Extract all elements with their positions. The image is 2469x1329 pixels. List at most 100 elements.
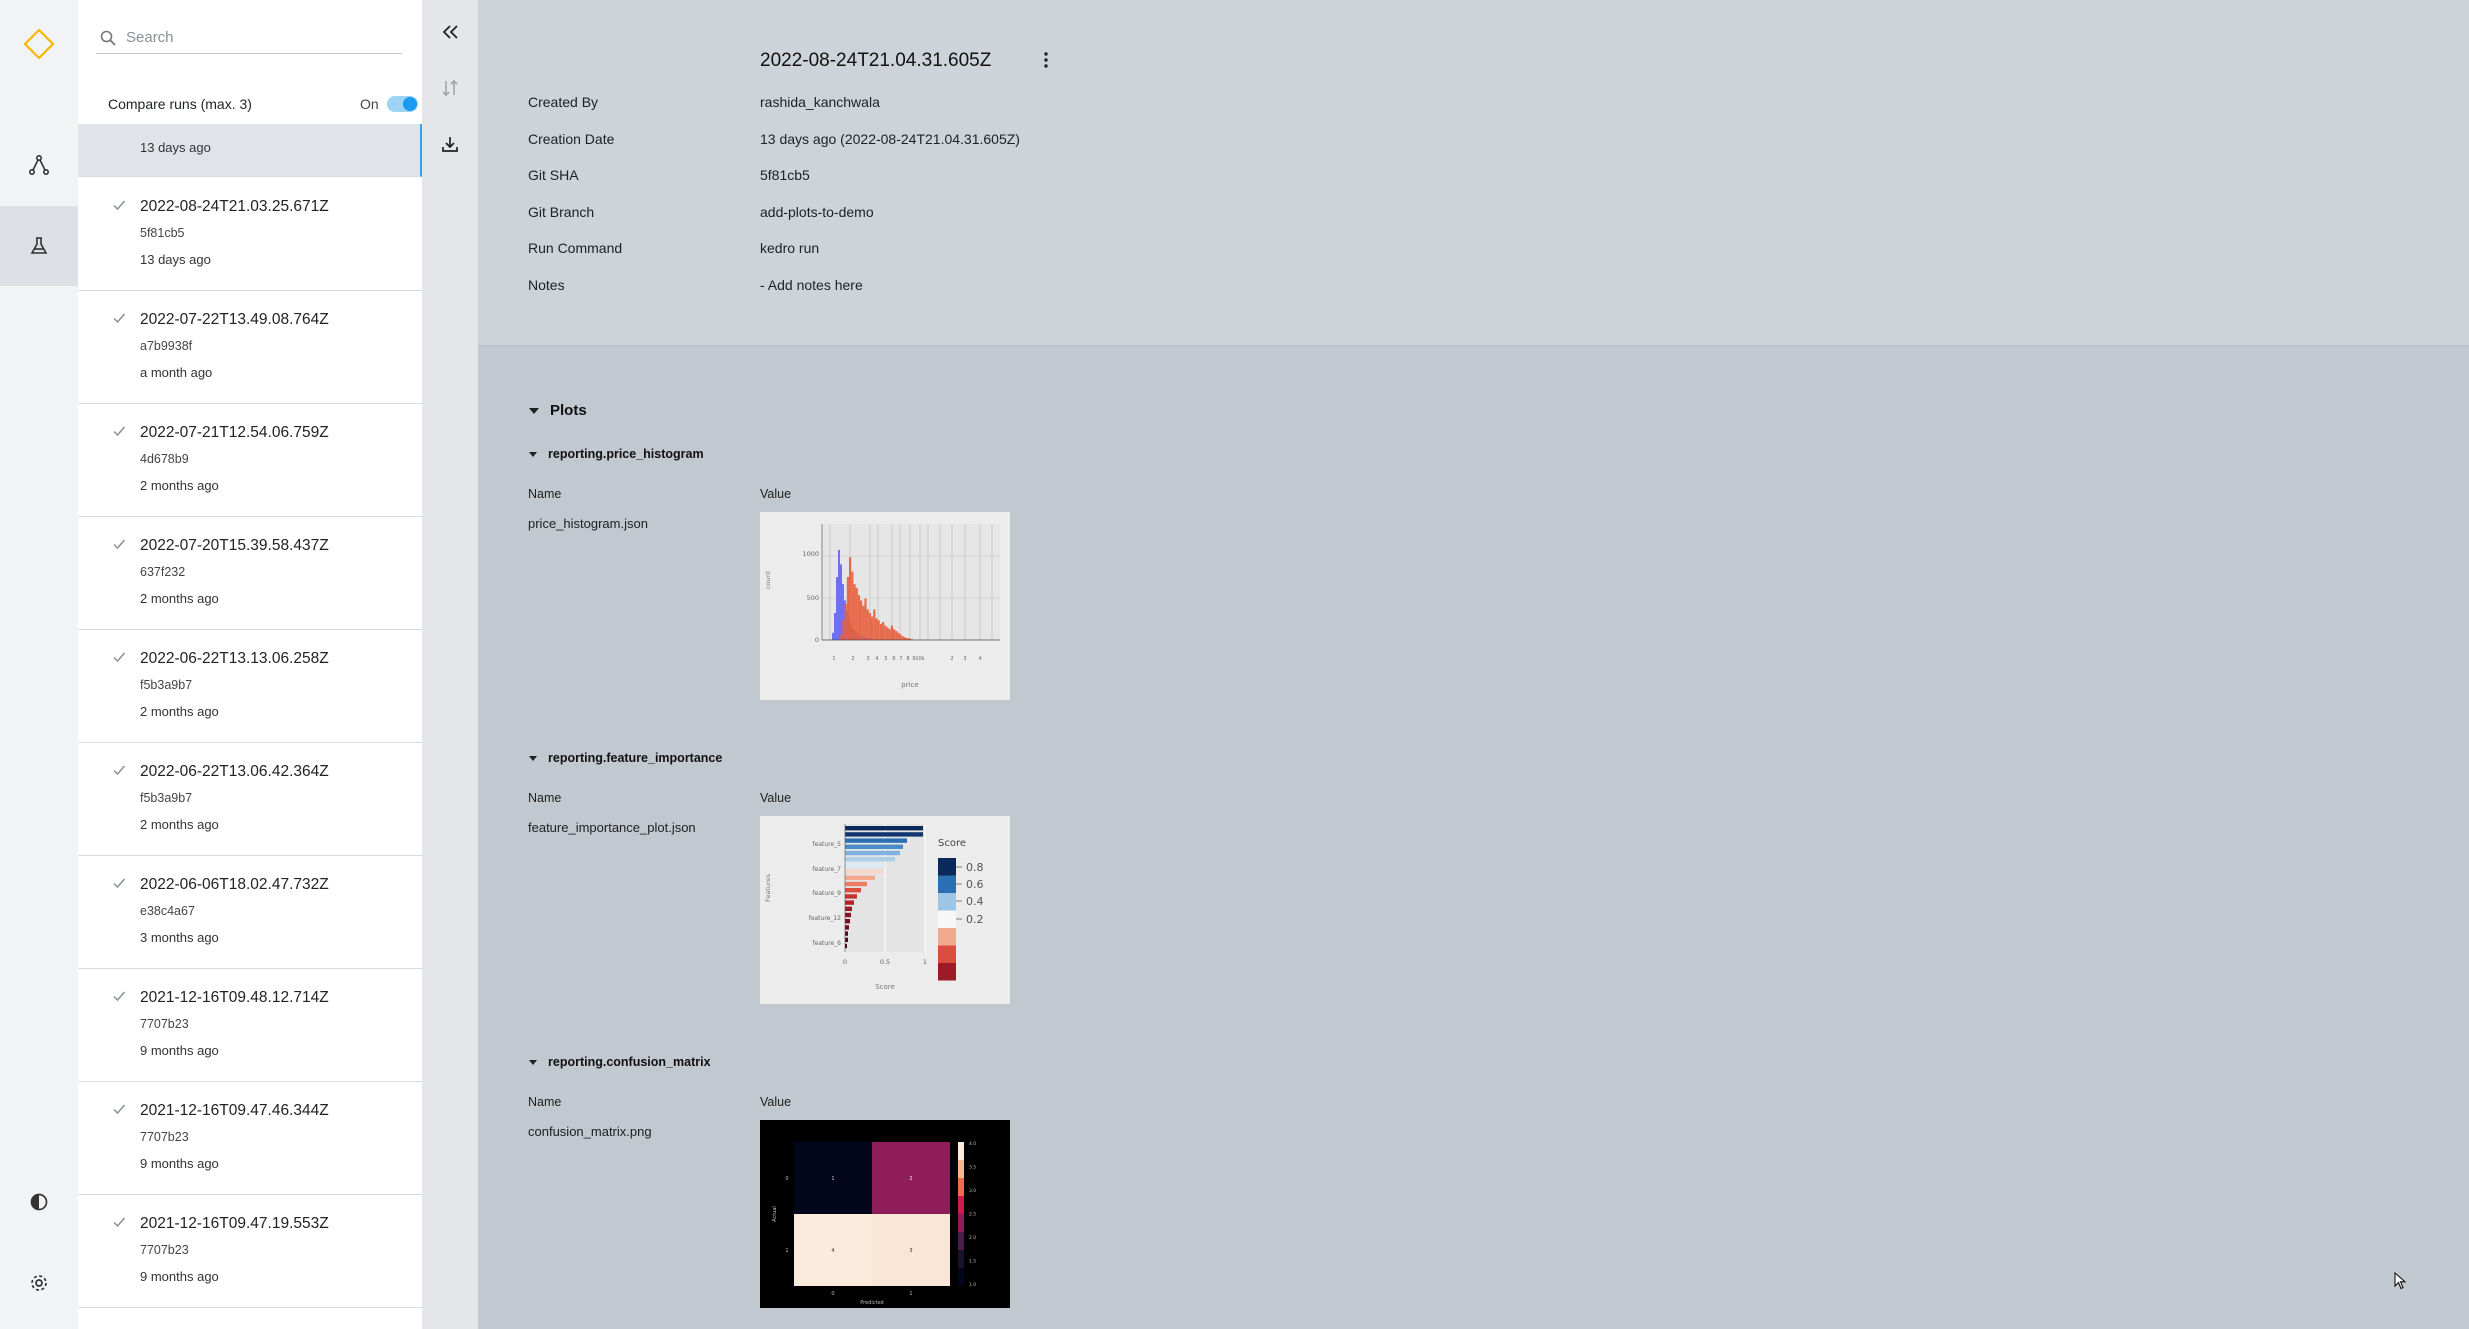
price-histogram-thumbnail[interactable]: 1000 500 0 count 1 2 3 4 5 6 7 8 9 10k 2 3 4 price xyxy=(760,512,1010,700)
run-item[interactable]: 2022-07-21T12.54.06.759Z 4d678b9 2 month… xyxy=(78,404,422,517)
meta-key: Run Command xyxy=(528,240,623,256)
run-item-selected[interactable]: 13 days ago xyxy=(78,124,422,177)
theme-toggle-button[interactable] xyxy=(0,1162,78,1242)
search-box xyxy=(96,22,402,54)
flask-icon xyxy=(30,237,48,254)
feature-bar xyxy=(845,869,883,874)
dataset-file-name: feature_importance_plot.json xyxy=(528,820,696,835)
histogram-bar xyxy=(853,584,856,640)
runs-list-panel: Compare runs (max. 3) On 13 days ago 202… xyxy=(78,0,422,1329)
kedro-logo-icon[interactable] xyxy=(23,28,55,60)
dataset-title: reporting.confusion_matrix xyxy=(548,1055,711,1069)
flowchart-nav-button[interactable] xyxy=(0,125,78,205)
histogram-bar xyxy=(893,629,896,640)
colorbar-tick-label: 0.8 xyxy=(966,861,984,874)
dataset-collapse-caret-icon[interactable] xyxy=(529,756,537,761)
check-icon[interactable] xyxy=(112,876,126,890)
dataset-collapse-caret-icon[interactable] xyxy=(529,1060,537,1065)
meta-row-run-command: Run Command kedro run xyxy=(528,240,1428,260)
x-tick-label: 2 xyxy=(950,656,953,662)
run-item[interactable]: 2022-06-06T18.02.47.732Z e38c4a67 3 mont… xyxy=(78,856,422,969)
double-chevron-left-icon xyxy=(442,25,458,39)
check-icon[interactable] xyxy=(112,989,126,1003)
check-icon[interactable] xyxy=(112,1102,126,1116)
search-icon xyxy=(100,30,116,46)
meta-value: rashida_kanchwala xyxy=(760,94,880,110)
x-tick-label: 5 xyxy=(884,656,887,662)
feature-bar xyxy=(845,832,923,837)
x-tick-label: 1 xyxy=(909,1291,912,1297)
y-axis-label: Features xyxy=(764,873,772,902)
run-item[interactable]: 2022-06-22T13.06.42.364Z f5b3a9b7 2 mont… xyxy=(78,743,422,856)
histogram-bar xyxy=(890,625,893,640)
run-time: 13 days ago xyxy=(140,252,211,267)
run-sha: 4d678b9 xyxy=(140,452,189,466)
collapse-sidebar-button[interactable] xyxy=(434,16,466,48)
run-time: 2 months ago xyxy=(140,591,219,606)
experiment-tracking-nav-button[interactable] xyxy=(0,206,78,286)
value-column-header: Value xyxy=(760,1095,792,1109)
histogram-bar xyxy=(873,609,876,640)
dataset-collapse-caret-icon[interactable] xyxy=(529,452,537,457)
add-notes-link[interactable]: - Add notes here xyxy=(760,277,863,293)
legend-title: Score xyxy=(938,838,966,849)
run-tools-strip xyxy=(422,0,478,1329)
y-tick-label: feature_12 xyxy=(809,915,841,922)
run-item[interactable]: 2022-08-24T21.03.25.671Z 5f81cb5 13 days… xyxy=(78,178,422,291)
colorbar-tick-label: 0.4 xyxy=(966,895,984,908)
gear-icon xyxy=(31,1275,47,1291)
x-tick-label: 3 xyxy=(866,656,869,662)
x-tick-label: 1 xyxy=(832,656,835,662)
run-item[interactable]: 2022-07-22T13.49.08.764Z a7b9938f a mont… xyxy=(78,291,422,404)
colorbar-segment xyxy=(938,858,956,876)
check-icon[interactable] xyxy=(112,311,126,325)
y-axis-label: count xyxy=(764,570,772,589)
y-tick-label: feature_7 xyxy=(813,866,842,873)
run-item[interactable]: 2021-12-16T09.48.12.714Z 7707b23 9 month… xyxy=(78,969,422,1082)
check-icon[interactable] xyxy=(112,537,126,551)
meta-row-creation-date: Creation Date 13 days ago (2022-08-24T21… xyxy=(528,131,1428,151)
name-column-header: Name xyxy=(528,487,562,501)
run-item[interactable]: 2021-12-16T09.47.46.344Z 7707b23 9 month… xyxy=(78,1082,422,1195)
histogram-bar xyxy=(897,632,900,640)
settings-button[interactable] xyxy=(0,1243,78,1323)
compare-runs-row: Compare runs (max. 3) On xyxy=(108,94,418,114)
check-icon[interactable] xyxy=(112,1215,126,1229)
search-input[interactable] xyxy=(126,29,386,46)
colorbar-segment xyxy=(958,1214,964,1232)
feature-bar xyxy=(845,919,850,924)
run-item[interactable]: 2021-12-16T09.47.19.553Z 7707b23 9 month… xyxy=(78,1195,422,1308)
check-icon[interactable] xyxy=(112,650,126,664)
colorbar-segment xyxy=(938,945,956,963)
run-item[interactable]: 2022-07-20T15.39.58.437Z 637f232 2 month… xyxy=(78,517,422,630)
sort-runs-button[interactable] xyxy=(434,72,466,104)
run-title: 2022-06-06T18.02.47.732Z xyxy=(140,876,329,893)
check-icon[interactable] xyxy=(112,763,126,777)
y-tick-label: 0 xyxy=(785,1176,788,1182)
compare-runs-toggle[interactable] xyxy=(387,96,418,112)
export-runs-button[interactable] xyxy=(434,128,466,160)
meta-value: add-plots-to-demo xyxy=(760,204,874,220)
more-options-button[interactable] xyxy=(1038,48,1054,72)
colorbar-tick-label: 1.5 xyxy=(969,1259,976,1265)
histogram-bar xyxy=(871,616,874,640)
check-icon[interactable] xyxy=(112,198,126,212)
run-time: 13 days ago xyxy=(140,140,211,155)
feature-bar xyxy=(845,937,848,942)
check-icon[interactable] xyxy=(112,424,126,438)
meta-key: Creation Date xyxy=(528,131,615,147)
run-time: 2 months ago xyxy=(140,817,219,832)
meta-key: Git SHA xyxy=(528,167,579,183)
confusion-matrix-thumbnail[interactable]: 1 2 4 3 0 1 0 1 Actual Predicted 4.0 3.5 3.0 2.5 2.0 1.… xyxy=(760,1120,1010,1308)
histogram-bar xyxy=(862,605,865,640)
histogram-bar xyxy=(882,622,885,640)
run-item[interactable]: 2022-06-22T13.13.06.258Z f5b3a9b7 2 mont… xyxy=(78,630,422,743)
y-tick-label: feature_6 xyxy=(813,940,842,947)
histogram-bar xyxy=(851,571,854,640)
plots-collapse-caret-icon[interactable] xyxy=(529,408,539,414)
run-sha: 7707b23 xyxy=(140,1017,189,1031)
run-time: 2 months ago xyxy=(140,478,219,493)
run-sha: 5f81cb5 xyxy=(140,226,185,240)
x-tick-label: 0.5 xyxy=(880,958,890,966)
feature-importance-thumbnail[interactable]: feature_5 feature_7 feature_9 feature_12 fea… xyxy=(760,816,1010,1004)
